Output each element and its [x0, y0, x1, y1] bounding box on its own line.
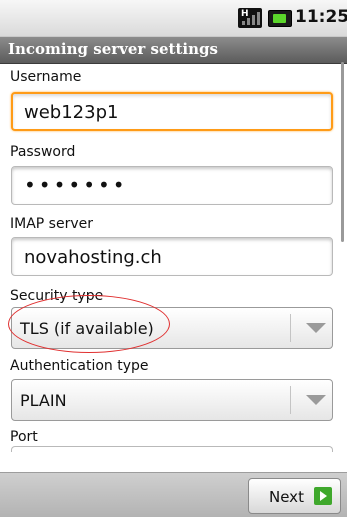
port-field[interactable]: [11, 446, 333, 452]
next-label: Next: [269, 488, 304, 506]
password-field[interactable]: •••••••: [11, 166, 333, 205]
username-label: Username: [10, 69, 82, 85]
page-title: Incoming server settings: [8, 40, 218, 58]
username-field[interactable]: web123p1: [11, 92, 333, 131]
signal-bar: [247, 18, 250, 25]
password-value: •••••••: [24, 173, 128, 197]
port-label: Port: [10, 429, 38, 445]
authentication-type-label: Authentication type: [10, 358, 149, 374]
annotation-circle: [8, 295, 170, 353]
divider: [290, 386, 291, 414]
signal-bar: [252, 15, 255, 25]
authentication-type-value: PLAIN: [20, 391, 67, 410]
title-bar: Incoming server settings: [0, 37, 347, 64]
battery-icon: [268, 10, 292, 27]
authentication-type-select[interactable]: PLAIN: [11, 379, 333, 421]
status-time: 11:25: [295, 7, 347, 27]
imap-server-field[interactable]: novahosting.ch: [11, 237, 333, 276]
chevron-down-icon: [306, 395, 326, 405]
signal-bar: [242, 21, 245, 25]
scrollbar[interactable]: [341, 62, 344, 242]
signal-bar: [257, 12, 260, 25]
status-bar: H 11:25: [0, 0, 347, 37]
bottom-bar: Next: [0, 472, 347, 517]
imap-server-label: IMAP server: [10, 216, 93, 232]
signal-icon: H: [238, 8, 262, 28]
next-button[interactable]: Next: [248, 478, 341, 514]
chevron-down-icon: [306, 323, 326, 333]
arrow-right-icon: [314, 487, 332, 505]
password-label: Password: [10, 144, 76, 160]
imap-server-value: novahosting.ch: [24, 247, 162, 268]
divider: [290, 314, 291, 342]
username-value: web123p1: [24, 102, 119, 123]
